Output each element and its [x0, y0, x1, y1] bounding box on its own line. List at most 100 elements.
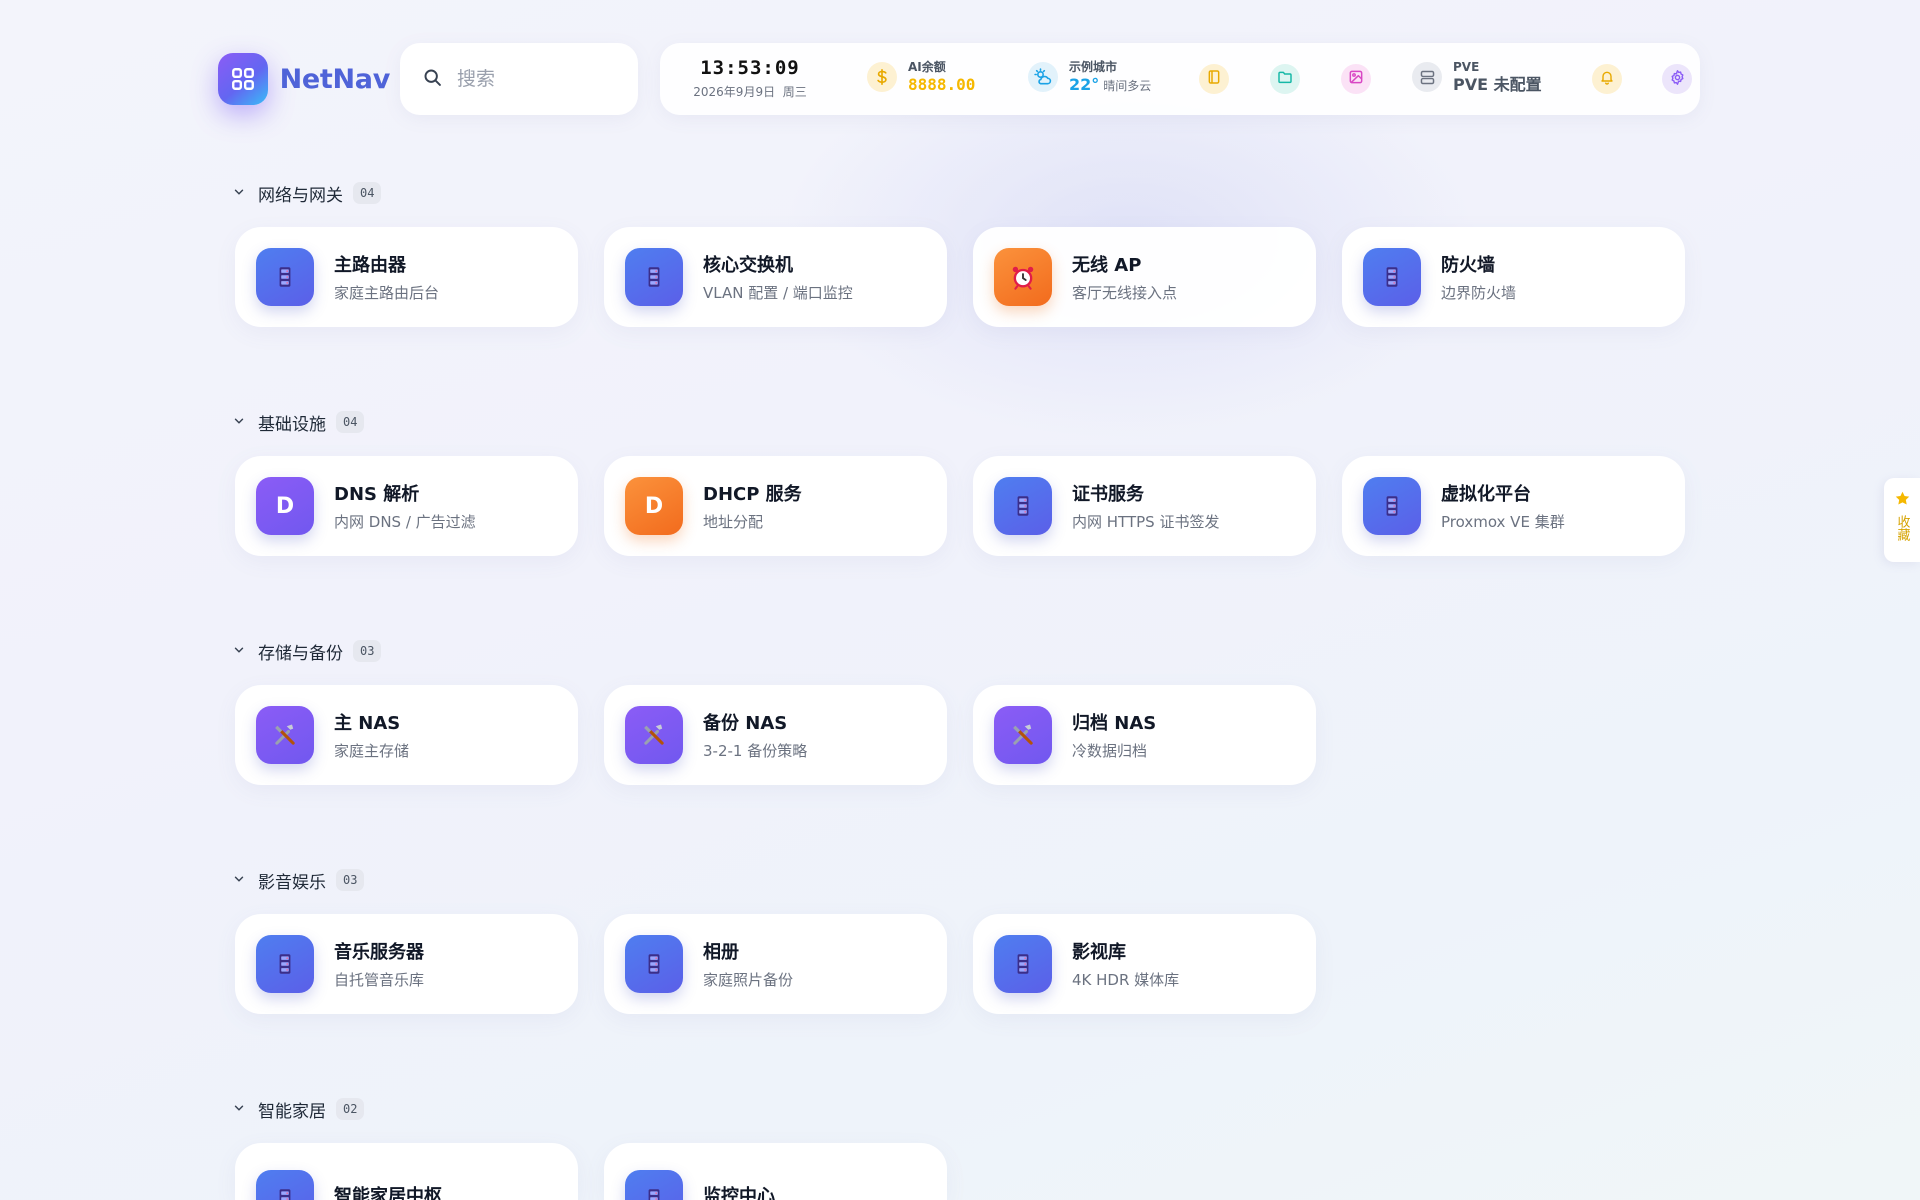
card-title: DNS 解析 [334, 484, 420, 505]
star-icon [1894, 490, 1911, 511]
chevron-down-icon [232, 184, 246, 203]
server-rack-icon [1363, 248, 1421, 306]
server-rack-icon [1363, 477, 1421, 535]
card-desc: 内网 DNS / 广告过滤 [334, 513, 476, 531]
dollar-icon [867, 62, 897, 92]
service-card[interactable]: 影视库 4K HDR 媒体库 [973, 914, 1316, 1014]
section-title: 基础设施 [258, 414, 326, 435]
service-card[interactable]: 无线 AP 客厅无线接入点 [973, 227, 1316, 327]
section-header[interactable]: 存储与备份 03 [232, 636, 382, 666]
card-desc: 家庭主存储 [334, 742, 410, 760]
book-icon [1206, 69, 1222, 89]
service-card[interactable]: 音乐服务器自托管音乐库 [235, 914, 578, 1014]
service-card[interactable]: 防火墙 边界防火墙 [1342, 227, 1685, 327]
card-desc: 3-2-1 备份策略 [703, 742, 808, 760]
section-title: 网络与网关 [258, 185, 343, 206]
book-button[interactable] [1199, 64, 1229, 94]
service-card[interactable]: 核心交换机 VLAN 配置 / 端口监控 [604, 227, 947, 327]
card-title: 归档 NAS [1072, 713, 1157, 734]
search-box[interactable] [400, 43, 638, 115]
card-desc: 内网 HTTPS 证书签发 [1072, 513, 1220, 531]
ai-balance-value: 8888.00 [908, 75, 976, 94]
clock-widget: 13:53:09 2026年9月9日 周三 [680, 57, 820, 100]
card-title: 监控中心 [703, 1186, 775, 1200]
service-card[interactable]: 智能家居中枢 [235, 1143, 578, 1200]
favorites-label: 收藏 [1894, 515, 1910, 541]
card-title: 音乐服务器 [334, 942, 424, 963]
favorites-tab[interactable]: 收藏 [1884, 478, 1920, 562]
card-desc: 冷数据归档 [1072, 742, 1148, 760]
service-card[interactable]: 相册 家庭照片备份 [604, 914, 947, 1014]
search-input[interactable] [457, 68, 617, 90]
card-desc: 4K HDR 媒体库 [1072, 971, 1180, 989]
section-network-gateway: 网络与网关 04 主路由器 家庭主路由后台 核心交换机 VLAN 配置 / 端口监控… [232, 178, 1685, 327]
service-card[interactable]: D DHCP 服务 地址分配 [604, 456, 947, 556]
top-header: NetNav 13:53:09 2026年9月9日 周三 [218, 42, 1700, 116]
weather-widget[interactable]: 示例城市 22° 晴间多云 [1028, 61, 1151, 93]
ai-balance-widget[interactable]: AI余额 8888.00 [867, 61, 975, 93]
grid-icon [218, 53, 268, 105]
section-header[interactable]: 网络与网关 04 [232, 178, 382, 208]
card-title: 备份 NAS [703, 713, 788, 734]
tools-icon [994, 706, 1052, 764]
gear-icon [1669, 69, 1686, 90]
settings-button[interactable] [1662, 64, 1692, 94]
section-title: 智能家居 [258, 1101, 326, 1122]
section-media-entertainment: 影音娱乐 03 音乐服务器自托管音乐库 相册家庭照片备份 影视库 4K HDR 媒… [232, 865, 1316, 1014]
card-desc: 地址分配 [703, 513, 764, 531]
weather-temp: 22° [1069, 75, 1100, 94]
card-desc: 边界防火墙 [1441, 284, 1517, 302]
card-desc: 家庭照片备份 [703, 971, 794, 989]
section-infrastructure: 基础设施 04 D DNS 解析内网 DNS / 广告过滤 D DHCP 服务 地址分… [232, 407, 1685, 556]
section-header[interactable]: 基础设施 04 [232, 407, 365, 437]
card-title: 影视库 [1072, 942, 1126, 963]
section-count-badge: 04 [353, 182, 382, 204]
service-card[interactable]: D DNS 解析内网 DNS / 广告过滤 [235, 456, 578, 556]
chevron-down-icon [232, 1100, 246, 1119]
section-header[interactable]: 智能家居 02 [232, 1094, 365, 1124]
service-card[interactable]: 主 NAS 家庭主存储 [235, 685, 578, 785]
folder-button[interactable] [1270, 64, 1300, 94]
ai-balance-label: AI余额 [908, 60, 946, 74]
service-card[interactable]: 归档 NAS 冷数据归档 [973, 685, 1316, 785]
section-count-badge: 02 [336, 1098, 365, 1120]
card-title: 防火墙 [1441, 255, 1495, 276]
pve-widget[interactable]: PVE PVE 未配置 [1412, 61, 1542, 93]
date-text: 2026年9月9日 [693, 85, 776, 99]
service-card[interactable]: 备份 NAS 3-2-1 备份策略 [604, 685, 947, 785]
service-card[interactable]: 虚拟化平台 Proxmox VE 集群 [1342, 456, 1685, 556]
server-rack-icon [256, 935, 314, 993]
section-count-badge: 03 [336, 869, 365, 891]
chevron-down-icon [232, 871, 246, 890]
card-desc: 自托管音乐库 [334, 971, 425, 989]
service-card[interactable]: 监控中心 [604, 1143, 947, 1200]
letter-d-icon: D [256, 477, 314, 535]
clock-time: 13:53:09 [700, 57, 800, 79]
pve-value: PVE 未配置 [1453, 75, 1542, 94]
card-title: 核心交换机 [703, 255, 793, 276]
section-count-badge: 04 [336, 411, 365, 433]
server-rack-icon [625, 248, 683, 306]
weather-cloud-sun-icon [1028, 62, 1058, 92]
image-button[interactable] [1341, 64, 1371, 94]
server-rack-icon [256, 1170, 314, 1200]
section-header[interactable]: 影音娱乐 03 [232, 865, 365, 895]
section-count-badge: 03 [353, 640, 382, 662]
tools-icon [625, 706, 683, 764]
service-card[interactable]: 证书服务 内网 HTTPS 证书签发 [973, 456, 1316, 556]
card-title: 相册 [703, 942, 739, 963]
app-name: NetNav [279, 63, 391, 95]
image-icon [1348, 69, 1364, 89]
service-card[interactable]: 主路由器 家庭主路由后台 [235, 227, 578, 327]
weather-value: 22° 晴间多云 [1069, 77, 1151, 93]
app-logo[interactable]: NetNav [218, 53, 390, 105]
server-rack-icon [625, 935, 683, 993]
bell-icon [1599, 69, 1615, 89]
card-title: 智能家居中枢 [334, 1186, 442, 1200]
chevron-down-icon [232, 642, 246, 661]
server-rack-icon [256, 248, 314, 306]
server-icon [1412, 62, 1442, 92]
alarm-clock-icon [994, 248, 1052, 306]
server-rack-icon [994, 477, 1052, 535]
notification-button[interactable] [1592, 64, 1622, 94]
